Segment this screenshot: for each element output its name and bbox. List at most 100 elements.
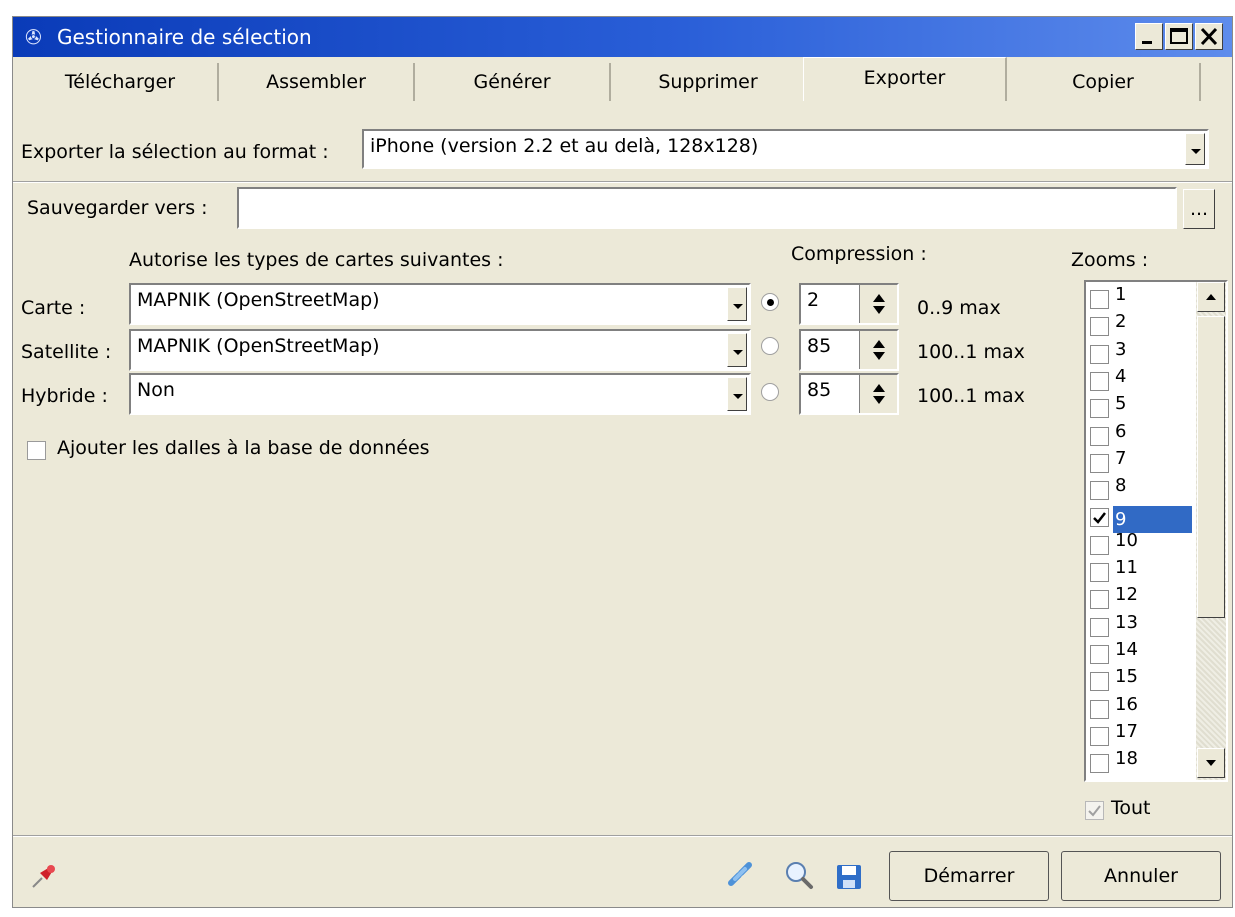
tab-assembler[interactable]: Assembler: [219, 63, 415, 101]
tab-telecharger[interactable]: Télécharger: [23, 63, 219, 101]
minimize-button[interactable]: [1135, 23, 1163, 50]
zoom-label: 11: [1115, 557, 1138, 578]
scroll-down-button[interactable]: [1197, 748, 1225, 778]
zoom-label: 17: [1115, 720, 1138, 742]
radio-hybride[interactable]: [761, 383, 779, 401]
compression-spinner[interactable]: [859, 331, 897, 369]
checkmark-icon: [1093, 512, 1106, 525]
format-label: Exporter la sélection au format :: [21, 141, 329, 163]
radio-carte[interactable]: [761, 293, 779, 311]
compression-input-satellite[interactable]: 85: [799, 329, 899, 371]
footer-separator: [13, 835, 1232, 837]
zoom-item[interactable]: 11: [1090, 557, 1194, 588]
format-dropdown-button[interactable]: [1185, 133, 1205, 165]
tab-generer[interactable]: Générer: [415, 63, 611, 101]
zoom-item[interactable]: 2: [1090, 311, 1194, 342]
zoom-checkbox[interactable]: [1090, 399, 1109, 419]
zoom-checkbox[interactable]: [1090, 508, 1109, 528]
tab-exporter[interactable]: Exporter: [803, 57, 1007, 101]
map-dropdown-button[interactable]: [727, 377, 747, 411]
scroll-thumb[interactable]: [1197, 316, 1225, 618]
map-dropdown-button[interactable]: [727, 333, 747, 367]
compression-input-hybride[interactable]: 85: [799, 373, 899, 415]
map-select-hybride[interactable]: Non: [129, 373, 751, 415]
zoom-checkbox[interactable]: [1090, 726, 1109, 746]
link-icon[interactable]: [725, 859, 757, 891]
zoom-item[interactable]: 12: [1090, 584, 1194, 615]
map-select-carte[interactable]: MAPNIK (OpenStreetMap): [129, 283, 751, 325]
title-bar[interactable]: ✇ Gestionnaire de sélection: [13, 17, 1232, 57]
compression-spinner[interactable]: [859, 375, 897, 413]
start-button[interactable]: Démarrer: [889, 851, 1049, 901]
format-select[interactable]: iPhone (version 2.2 et au delà, 128x128): [362, 129, 1209, 169]
close-button[interactable]: [1195, 23, 1223, 50]
zoom-checkbox[interactable]: [1090, 672, 1109, 692]
zoom-checkbox[interactable]: [1090, 617, 1109, 637]
map-select-satellite[interactable]: MAPNIK (OpenStreetMap): [129, 329, 751, 371]
compression-range: 100..1 max: [917, 385, 1025, 407]
zoom-label: 15: [1115, 666, 1138, 688]
map-row-label-carte: Carte :: [21, 297, 86, 319]
zoom-item[interactable]: 5: [1090, 393, 1194, 424]
map-select-value: MAPNIK (OpenStreetMap): [137, 335, 380, 357]
compression-value: 85: [807, 379, 832, 401]
zoom-checkbox[interactable]: [1090, 535, 1109, 555]
zoom-checkbox[interactable]: [1090, 590, 1109, 610]
zoom-item[interactable]: 16: [1090, 694, 1194, 725]
close-icon: [1200, 27, 1218, 46]
zoom-checkbox[interactable]: [1090, 563, 1109, 582]
zoom-item[interactable]: 4: [1090, 366, 1194, 397]
zoom-label: 12: [1115, 584, 1138, 606]
compression-header: Compression :: [791, 243, 927, 265]
checkmark-icon: [1088, 805, 1101, 817]
zoom-item[interactable]: 18: [1090, 748, 1194, 779]
browse-button[interactable]: ...: [1183, 189, 1215, 229]
radio-satellite[interactable]: [761, 337, 779, 355]
chevron-down-icon: [1206, 760, 1216, 766]
map-select-value: Non: [137, 379, 175, 401]
zoom-item[interactable]: 15: [1090, 666, 1194, 697]
zoom-icon[interactable]: [783, 859, 815, 891]
compression-range: 100..1 max: [917, 341, 1025, 363]
zoom-checkbox[interactable]: [1090, 699, 1109, 719]
zoom-checkbox[interactable]: [1090, 344, 1109, 364]
map-row-label-hybride: Hybride :: [21, 385, 108, 407]
compression-input-carte[interactable]: 2: [799, 283, 899, 325]
zoom-checkbox[interactable]: [1090, 290, 1109, 309]
zoom-item[interactable]: 8: [1090, 475, 1194, 506]
zoom-checkbox[interactable]: [1090, 371, 1109, 391]
cancel-button[interactable]: Annuler: [1061, 851, 1221, 901]
add-db-checkbox[interactable]: [27, 441, 46, 460]
zoom-list[interactable]: 1 2 3 4 5 6 7 8 9 10 11 12 13 14 15 16 17 18: [1084, 280, 1228, 782]
separator: [13, 181, 1232, 183]
zoom-item[interactable]: 14: [1090, 639, 1194, 670]
map-dropdown-button[interactable]: [727, 287, 747, 321]
tab-supprimer[interactable]: Supprimer: [611, 63, 807, 101]
save-icon[interactable]: [835, 863, 863, 891]
zoom-item[interactable]: 7: [1090, 448, 1194, 479]
zoom-item[interactable]: 10: [1090, 530, 1194, 561]
zoom-item[interactable]: 13: [1090, 612, 1194, 643]
zoom-checkbox[interactable]: [1090, 453, 1109, 473]
zoom-checkbox[interactable]: [1090, 644, 1109, 664]
zoom-checkbox[interactable]: [1090, 754, 1109, 774]
map-select-value: MAPNIK (OpenStreetMap): [137, 289, 380, 311]
zoom-item[interactable]: 3: [1090, 339, 1194, 370]
all-zooms-checkbox[interactable]: [1085, 801, 1104, 820]
compression-spinner[interactable]: [859, 285, 897, 323]
zoom-item[interactable]: 6: [1090, 421, 1194, 452]
zoom-checkbox[interactable]: [1090, 426, 1109, 446]
save-path-input[interactable]: [237, 187, 1177, 229]
zoom-item[interactable]: 1: [1090, 284, 1194, 315]
zoom-label: 5: [1115, 393, 1127, 415]
scroll-up-button[interactable]: [1197, 282, 1225, 312]
zoom-item[interactable]: 9: [1090, 506, 1194, 534]
tab-copier[interactable]: Copier: [1007, 63, 1201, 101]
zoom-item[interactable]: 17: [1090, 721, 1194, 752]
maximize-icon: [1170, 28, 1188, 44]
pin-icon[interactable]: [29, 861, 59, 891]
zoom-checkbox[interactable]: [1090, 481, 1109, 501]
maximize-button[interactable]: [1165, 23, 1193, 50]
zoom-scrollbar[interactable]: [1196, 282, 1226, 780]
zoom-checkbox[interactable]: [1090, 317, 1109, 337]
